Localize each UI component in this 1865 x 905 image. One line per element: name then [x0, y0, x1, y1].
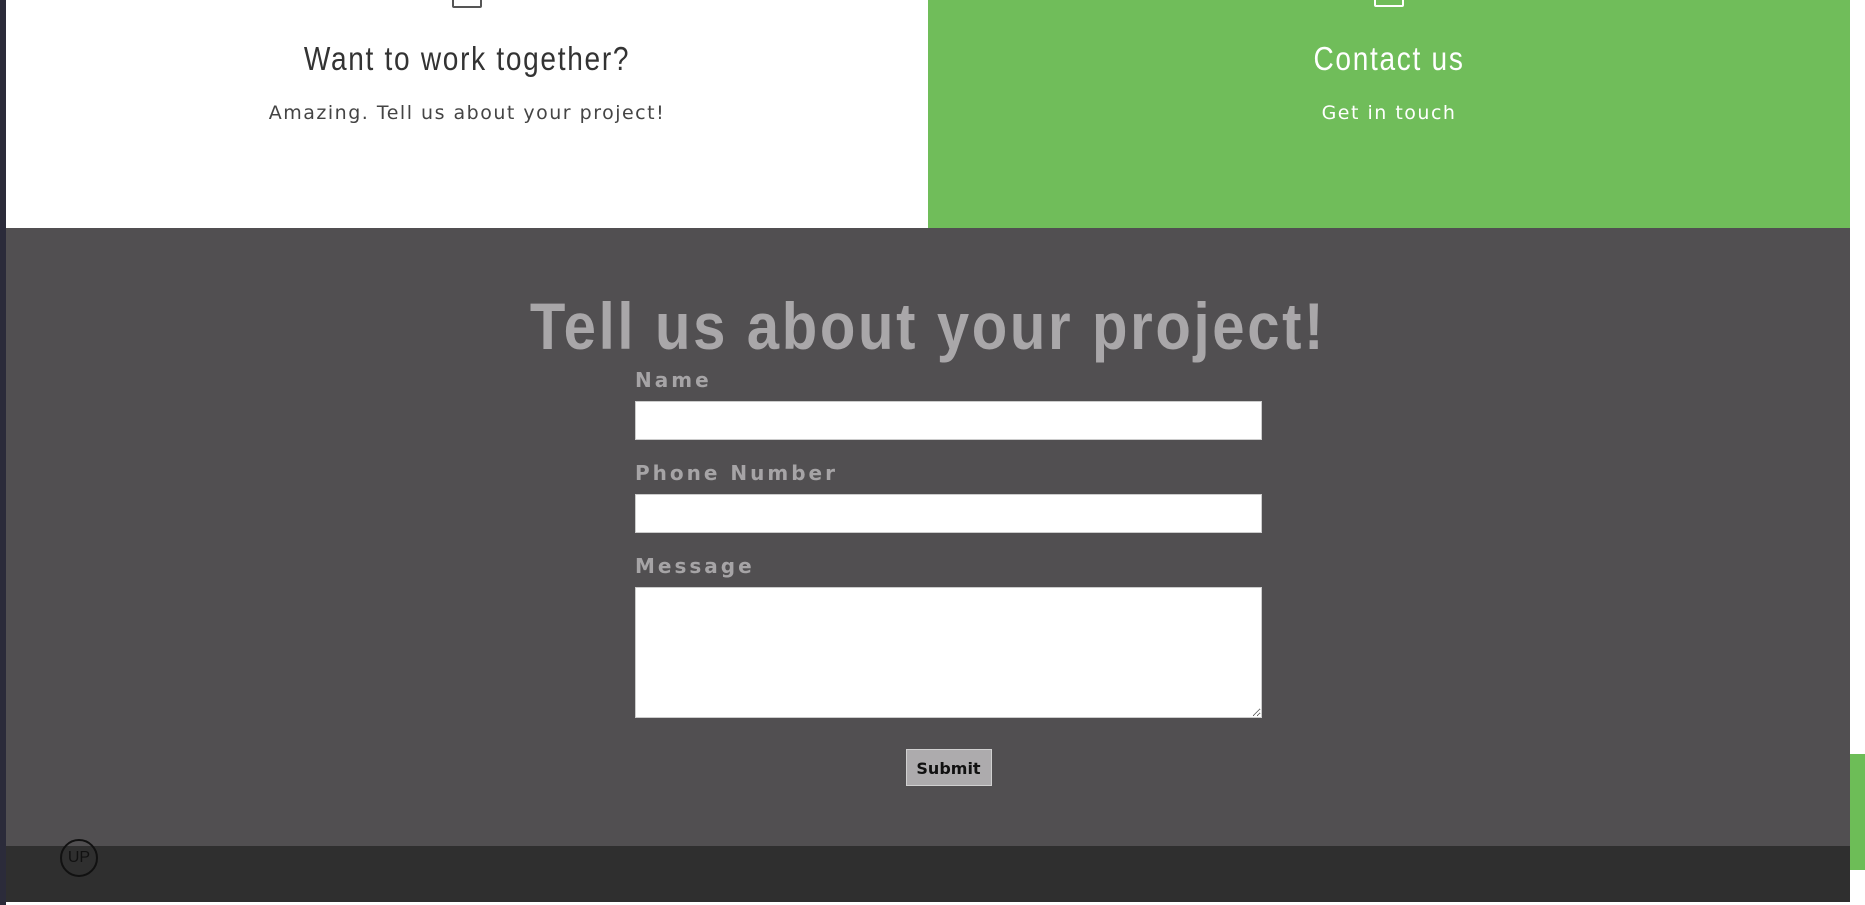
contact-form: Name Phone Number Message Submit	[635, 368, 1262, 786]
phone-input[interactable]	[635, 494, 1262, 533]
side-tab[interactable]	[1850, 754, 1865, 870]
work-together-subtitle: Amazing. Tell us about your project!	[268, 102, 666, 124]
page: Want to work together? Amazing. Tell us …	[0, 0, 1865, 905]
cta-row: Want to work together? Amazing. Tell us …	[6, 0, 1850, 228]
scroll-to-top-button[interactable]: UP	[60, 839, 98, 877]
work-together-title: Want to work together?	[303, 40, 631, 77]
submit-button[interactable]: Submit	[905, 749, 992, 786]
contact-us-title: Contact us	[1313, 40, 1465, 77]
contact-us-subtitle: Get in touch	[1321, 102, 1457, 124]
form-heading: Tell us about your project!	[529, 289, 1327, 363]
work-together-panel: Want to work together? Amazing. Tell us …	[6, 0, 928, 228]
footer-bar	[6, 846, 1850, 905]
phone-label: Phone Number	[635, 461, 838, 485]
contact-form-section: Tell us about your project! Name Phone N…	[6, 228, 1850, 846]
message-label: Message	[635, 554, 755, 578]
message-textarea[interactable]	[635, 587, 1262, 718]
name-label: Name	[635, 368, 712, 392]
name-input[interactable]	[635, 401, 1262, 440]
contact-us-panel[interactable]: Contact us Get in touch	[928, 0, 1850, 228]
